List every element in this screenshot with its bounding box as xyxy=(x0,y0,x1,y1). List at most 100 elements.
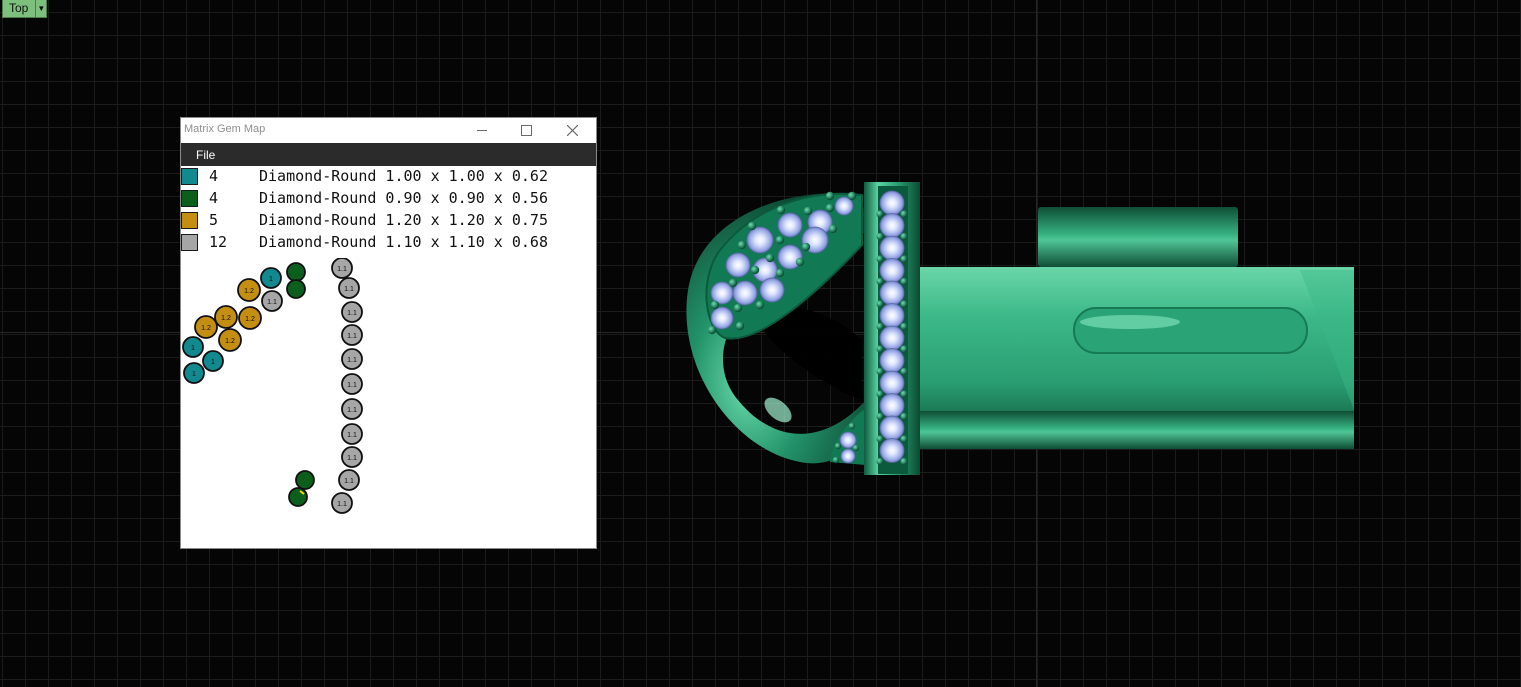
diamond-stone xyxy=(879,280,905,306)
gem-marker[interactable]: 1.1 xyxy=(341,324,363,346)
legend-description: Diamond-Round 1.10 x 1.10 x 0.68 xyxy=(259,233,548,251)
prong-bead xyxy=(834,442,842,450)
prong-bead xyxy=(876,277,884,286)
prong-bead xyxy=(900,412,908,421)
legend-count: 5 xyxy=(209,211,219,229)
gem-marker-label: 1.2 xyxy=(225,338,235,345)
legend-swatch xyxy=(181,168,198,185)
gem-marker-label: 1.2 xyxy=(201,325,211,332)
gem-marker[interactable]: 1.1 xyxy=(341,301,363,323)
prong-bead xyxy=(876,300,884,308)
viewport-top[interactable]: Top ▼ Matrix Gem Map File 4 Diamond-Roun… xyxy=(0,0,1521,687)
bottom-tube xyxy=(912,411,1354,449)
prong-bead xyxy=(765,253,775,263)
gem-marker[interactable]: 1.1 xyxy=(341,446,363,468)
gem-marker-label: 1.1 xyxy=(344,478,354,485)
diamond-stone xyxy=(879,303,905,328)
gem-marker-label: 1.1 xyxy=(267,299,277,306)
prong-bead xyxy=(825,191,835,201)
gem-marker[interactable]: 1 xyxy=(182,336,204,358)
prong-bead xyxy=(900,255,908,263)
gem-marker[interactable]: 1.1 xyxy=(341,373,363,395)
prong-bead xyxy=(832,456,840,464)
prong-bead xyxy=(755,300,765,310)
minimize-button[interactable] xyxy=(459,118,504,143)
legend-row[interactable]: 4 Diamond-Round 1.00 x 1.00 x 0.62 xyxy=(181,166,596,188)
prong-bead xyxy=(900,300,908,308)
gem-marker-label: 1 xyxy=(192,371,196,378)
gem-marker-label: 1.1 xyxy=(347,333,357,340)
prong-bead xyxy=(900,457,908,466)
legend-row[interactable]: 4 Diamond-Round 0.90 x 0.90 x 0.56 xyxy=(181,188,596,210)
gem-marker-label: 1.1 xyxy=(347,382,357,389)
prong-bead xyxy=(900,322,908,331)
gem-marker[interactable]: 1.1 xyxy=(341,398,363,420)
gem-marker[interactable]: 1.2 xyxy=(237,278,261,302)
prong-bead xyxy=(876,255,884,263)
gem-marker[interactable]: 0.9 xyxy=(286,279,306,299)
gem-layout-map[interactable]: 1 1 1 1 0.9 0.9 0.9 0.9 1.2 1.2 1.2 1.2 1.2 1.1 1.1 1.1… xyxy=(181,258,596,548)
gem-marker[interactable]: 1.2 xyxy=(218,328,242,352)
gem-marker[interactable]: 1 xyxy=(260,267,282,289)
gem-marker[interactable]: 1.2 xyxy=(214,305,238,329)
shank-slot xyxy=(1073,307,1308,354)
prong-bead xyxy=(775,268,785,278)
menu-file[interactable]: File xyxy=(196,148,215,162)
prong-bead xyxy=(900,367,908,376)
legend-description: Diamond-Round 1.00 x 1.00 x 0.62 xyxy=(259,167,548,185)
prong-bead xyxy=(876,322,884,331)
prong-bead xyxy=(900,210,908,218)
gem-marker-label: 0.9 xyxy=(294,496,303,502)
gem-marker[interactable]: 0.9 xyxy=(286,262,306,282)
gem-marker-label: 1.1 xyxy=(344,286,354,293)
diamond-stone xyxy=(879,190,905,216)
diamond-stone xyxy=(879,438,905,463)
gem-marker-label: 1 xyxy=(191,345,195,352)
gem-marker[interactable]: 1.1 xyxy=(341,423,363,445)
maximize-button[interactable] xyxy=(504,118,549,143)
gem-marker[interactable]: 1.2 xyxy=(194,315,218,339)
gem-marker-label: 1.1 xyxy=(347,407,357,414)
diamond-stone xyxy=(879,258,905,283)
gem-marker[interactable]: 0.9 xyxy=(288,487,308,507)
diamond-stone xyxy=(879,325,905,351)
prong-bead xyxy=(900,345,908,353)
close-button[interactable] xyxy=(550,118,595,143)
prong-bead xyxy=(775,235,785,245)
diamond-stone xyxy=(746,226,774,254)
gem-marker-label: 1 xyxy=(269,276,273,283)
gem-marker[interactable]: 1.1 xyxy=(331,258,353,279)
diamond-stone xyxy=(840,448,856,464)
legend-swatch xyxy=(181,212,198,229)
top-tube xyxy=(1038,207,1238,267)
gem-marker[interactable]: 1 xyxy=(202,350,224,372)
legend-row[interactable]: 12 Diamond-Round 1.10 x 1.10 x 0.68 xyxy=(181,232,596,254)
gem-marker[interactable]: 1.1 xyxy=(261,290,283,312)
diamond-stone xyxy=(839,431,857,449)
gem-marker-label: 1.2 xyxy=(221,315,231,322)
title-bar[interactable]: Matrix Gem Map xyxy=(181,118,596,143)
gem-marker[interactable]: 1.1 xyxy=(338,469,360,491)
gem-marker[interactable]: 1.1 xyxy=(331,492,353,514)
gem-marker-label: 0.9 xyxy=(292,288,301,294)
prong-bead xyxy=(737,240,747,250)
gem-marker-label: 1.1 xyxy=(347,432,357,439)
gem-marker[interactable]: 1.1 xyxy=(338,277,360,299)
diamond-stone xyxy=(879,370,905,396)
gem-marker-label: 1.1 xyxy=(347,455,357,462)
gem-marker[interactable]: 1.2 xyxy=(238,306,262,330)
prong-bead xyxy=(876,435,884,443)
gem-marker[interactable]: 1 xyxy=(183,362,205,384)
prong-bead xyxy=(876,345,884,353)
gem-marker[interactable]: 0.9 xyxy=(295,470,315,490)
gem-marker[interactable]: 1.1 xyxy=(341,348,363,370)
legend-count: 4 xyxy=(209,189,219,207)
legend-swatch xyxy=(181,190,198,207)
diamond-stone xyxy=(879,393,905,418)
gem-map-window[interactable]: Matrix Gem Map File 4 Diamond-Round 1.00… xyxy=(181,118,596,548)
diamond-stone xyxy=(725,252,751,278)
prong-bead xyxy=(747,221,757,231)
diamond-stone xyxy=(879,213,905,238)
legend-row[interactable]: 5 Diamond-Round 1.20 x 1.20 x 0.75 xyxy=(181,210,596,232)
gem-marker-label: 0.9 xyxy=(301,479,310,485)
